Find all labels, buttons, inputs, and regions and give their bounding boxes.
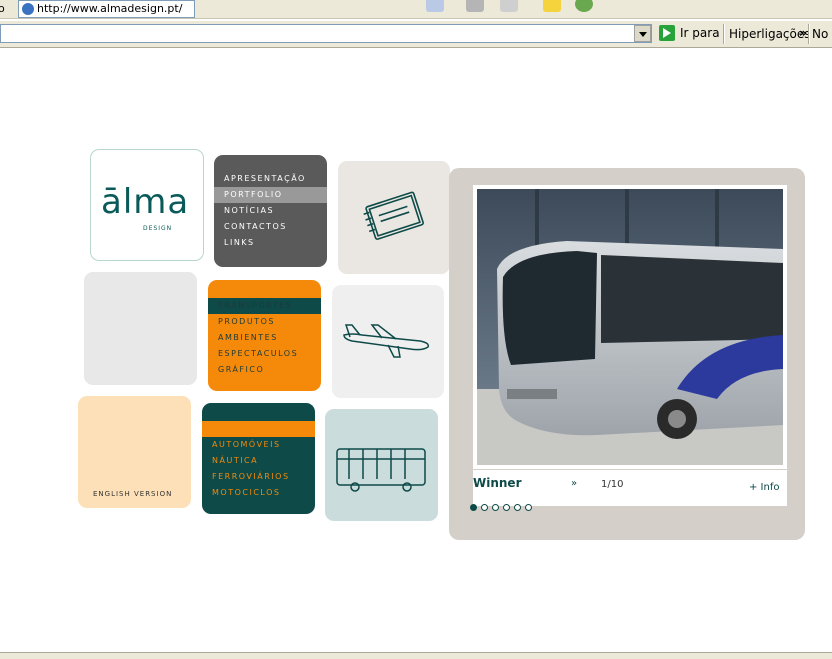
mail-icon[interactable] (426, 0, 444, 12)
sub-item-nautica[interactable]: NÁUTICA (202, 453, 315, 469)
viewer-caption-title: Winner (473, 476, 522, 490)
edit-icon[interactable] (500, 0, 518, 12)
sub-item-motociclos[interactable]: MOTOCICLOS (202, 485, 315, 501)
address-field[interactable]: http://www.almadesign.pt/ (18, 0, 195, 18)
english-version-link[interactable]: ENGLISH VERSION (93, 490, 172, 498)
go-arrow-icon (659, 25, 675, 41)
print-icon[interactable] (466, 0, 484, 12)
category-item-espectaculos[interactable]: ESPECTACULOS (208, 346, 321, 362)
next-chevron-icon[interactable]: » (571, 478, 577, 489)
truncated-toolbar-item[interactable]: No (812, 27, 828, 41)
sub-item-ferroviarios[interactable]: FERROVIÁRIOS (202, 469, 315, 485)
blank-tile (84, 272, 197, 385)
english-version-tile[interactable]: ENGLISH VERSION (78, 396, 191, 508)
bus-photo[interactable] (477, 189, 783, 465)
pagination-dot[interactable] (514, 504, 521, 511)
go-button[interactable]: Ir para (659, 23, 720, 43)
address-dropdown-button[interactable] (634, 25, 651, 42)
ie-page-icon (22, 3, 34, 15)
address-url: http://www.almadesign.pt/ (37, 2, 183, 15)
logo-subtitle: DESIGN (143, 225, 173, 232)
notes-icon[interactable] (543, 0, 561, 12)
pagination-dot[interactable] (503, 504, 510, 511)
category-item-transportes[interactable]: TRANSPORTES (208, 298, 321, 314)
viewer-pagination-dots (470, 504, 532, 511)
bus-icon (336, 448, 426, 492)
logo-word: ālma (101, 182, 190, 222)
toolbar-separator (808, 24, 810, 44)
links-more-chevron-icon[interactable]: » (799, 26, 807, 40)
toolbar-separator (723, 24, 725, 44)
menu-item-contactos[interactable]: CONTACTOS (214, 219, 327, 235)
viewer-counter: 1/10 (601, 479, 624, 490)
menu-item-apresentacao[interactable]: APRESENTAÇÃO (214, 171, 327, 187)
address-label: ço (0, 2, 5, 15)
go-label: Ir para (680, 26, 720, 40)
pagination-dot[interactable] (525, 504, 532, 511)
category-menu-tile: TRANSPORTES PRODUTOS AMBIENTES ESPECTACU… (208, 280, 321, 391)
sub-menu-tile: AUTOCARROS AUTOMÓVEIS NÁUTICA FERROVIÁRI… (202, 403, 315, 514)
main-menu-tile: APRESENTAÇÃO PORTFOLIO NOTÍCIAS CONTACTO… (214, 155, 327, 267)
notebook-tile[interactable] (338, 161, 450, 274)
category-item-ambientes[interactable]: AMBIENTES (208, 330, 321, 346)
menu-item-noticias[interactable]: NOTÍCIAS (214, 203, 327, 219)
plane-tile[interactable] (332, 285, 444, 398)
address-bar: Ir para Hiperligações » No (0, 20, 832, 48)
address-dropdown-field[interactable] (0, 24, 652, 43)
sub-item-automoveis[interactable]: AUTOMÓVEIS (202, 437, 315, 453)
browser-address-strip: http://www.almadesign.pt/ ço (0, 0, 832, 19)
menu-item-portfolio[interactable]: PORTFOLIO (214, 187, 327, 203)
messenger-icon[interactable] (575, 0, 593, 12)
airplane-icon (343, 324, 430, 358)
portfolio-viewer: Winner » 1/10 + Info (449, 168, 805, 540)
menu-item-links[interactable]: LINKS (214, 235, 327, 251)
pagination-dot[interactable] (481, 504, 488, 511)
sub-item-autocarros[interactable]: AUTOCARROS (202, 421, 315, 437)
category-item-produtos[interactable]: PRODUTOS (208, 314, 321, 330)
category-item-grafico[interactable]: GRÁFICO (208, 362, 321, 378)
notebook-icon (363, 191, 424, 240)
viewer-caption-bar: Winner » 1/10 + Info (473, 470, 787, 506)
alma-logo[interactable]: ālma DESIGN (90, 149, 204, 261)
pagination-dot[interactable] (470, 504, 477, 511)
portfolio-photo-frame (473, 185, 787, 469)
bus-tile[interactable] (325, 409, 438, 521)
more-info-link[interactable]: + Info (749, 482, 779, 493)
pagination-dot[interactable] (492, 504, 499, 511)
